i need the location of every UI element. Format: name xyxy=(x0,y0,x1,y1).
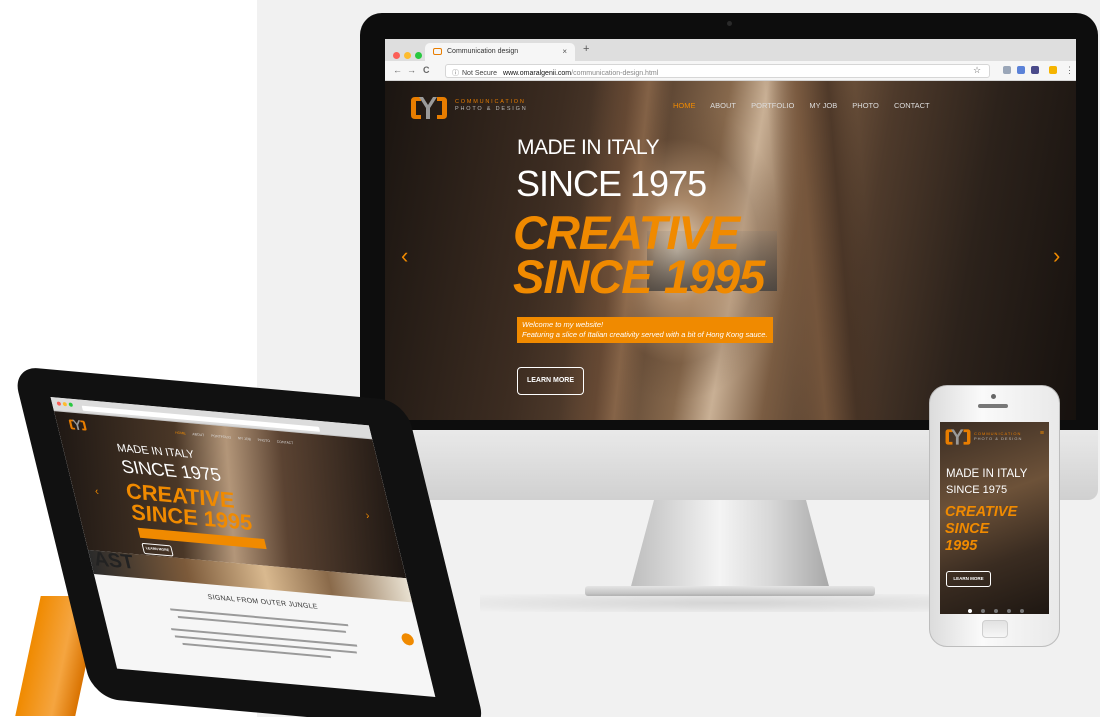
url-host: www.omaralgenii.com xyxy=(503,70,572,77)
extension-icon[interactable] xyxy=(1003,66,1011,74)
imac-stand xyxy=(630,500,830,590)
bookmark-star-icon[interactable]: ☆ xyxy=(973,65,981,76)
learn-more-button[interactable]: LEARN MORE xyxy=(517,367,584,395)
pager-dot[interactable] xyxy=(981,609,985,613)
minimize-window-button[interactable] xyxy=(404,52,411,59)
hero-made-in-italy: MADE IN ITALY xyxy=(946,468,1028,480)
menu-item-portfolio[interactable]: PORTFOLIO xyxy=(211,434,232,440)
browser-tab-strip: Communication design × + xyxy=(385,39,1076,61)
ipad-screen: HOME ABOUT PORTFOLIO MY JOB PHOTO CONTAC… xyxy=(50,396,436,697)
hero-since-line: SINCE xyxy=(945,521,990,537)
hero-creative-line: CREATIVE xyxy=(945,504,1018,520)
menu-item-my-job[interactable]: MY JOB xyxy=(809,101,837,110)
hero-since-1975: SINCE 1975 xyxy=(946,484,1008,496)
browser-tab[interactable]: Communication design × xyxy=(425,43,575,61)
menu-item-home[interactable]: HOME xyxy=(175,431,186,436)
carousel-next-arrow-icon[interactable]: › xyxy=(364,510,371,522)
minimize-window-button[interactable] xyxy=(62,401,68,407)
iphone-screen: COMMUNICATION PHOTO & DESIGN ≡ MADE IN I… xyxy=(940,422,1049,614)
menu-item-home[interactable]: HOME xyxy=(673,101,696,110)
learn-more-button[interactable]: LEARN MORE xyxy=(946,571,991,587)
portfolio-strip-text: AST xyxy=(91,548,137,574)
iphone-home-button[interactable] xyxy=(982,620,1008,638)
pager-dot[interactable] xyxy=(994,609,998,613)
carousel-next-arrow-icon[interactable]: › xyxy=(1053,243,1060,269)
browser-toolbar: ← → C ⓘ Not Secure www.omaralgenii.com/com… xyxy=(385,61,1076,81)
site-logo-icon[interactable] xyxy=(67,418,88,432)
floating-action-button[interactable] xyxy=(400,632,416,646)
hamburger-menu-icon[interactable]: ≡ xyxy=(1040,430,1044,437)
site-logo-icon[interactable] xyxy=(944,428,972,446)
new-tab-button[interactable]: + xyxy=(583,43,589,55)
browser-menu-icon[interactable]: ⋮ xyxy=(1065,65,1074,76)
logo-line-1: COMMUNICATION xyxy=(455,99,526,105)
extension-icon[interactable] xyxy=(1031,66,1039,74)
address-bar[interactable]: ⓘ Not Secure www.omaralgenii.com/communica… xyxy=(445,64,990,78)
close-window-button[interactable] xyxy=(393,52,400,59)
menu-item-photo[interactable]: PHOTO xyxy=(257,438,270,443)
paragraph-line xyxy=(182,642,332,659)
hero-since-1975: SINCE 1975 xyxy=(516,163,707,204)
url-path: /communication-design.html xyxy=(571,70,659,77)
extension-icon[interactable] xyxy=(1049,66,1057,74)
reload-icon[interactable]: C xyxy=(423,65,430,75)
carousel-prev-arrow-icon[interactable]: ‹ xyxy=(401,243,408,269)
menu-item-contact[interactable]: CONTACT xyxy=(894,101,930,110)
menu-item-contact[interactable]: CONTACT xyxy=(276,440,293,445)
hero-1995-line: 1995 xyxy=(945,538,978,554)
security-label: Not Secure xyxy=(462,70,498,77)
imac-shadow xyxy=(480,594,980,612)
forward-arrow-icon[interactable]: → xyxy=(407,65,416,75)
pager-dot[interactable] xyxy=(1020,609,1024,613)
website-hero: COMMUNICATION PHOTO & DESIGN HOME ABOUT … xyxy=(385,81,1076,429)
hero-creative-headline: CREATIVE SINCE 1995 xyxy=(513,206,765,303)
menu-item-my-job[interactable]: MY JOB xyxy=(238,436,252,441)
device-mockup-stage: Communication design × + ← → C ⓘ Not Secu… xyxy=(0,0,1100,717)
hero-creative-headline: CREATIVE SINCE 1995 xyxy=(123,478,255,535)
welcome-line-1: Welcome to my website! xyxy=(522,320,604,329)
maximize-window-button[interactable] xyxy=(68,402,74,407)
hero-creative-headline: CREATIVE SINCE 1995 xyxy=(945,504,1017,555)
site-logo-icon[interactable] xyxy=(409,95,449,121)
carousel-prev-arrow-icon[interactable]: ‹ xyxy=(93,485,100,497)
welcome-line-2: Featuring a slice of Italian creativity … xyxy=(522,330,768,339)
tab-close-icon[interactable]: × xyxy=(562,47,567,56)
cliff-right xyxy=(763,81,887,429)
maximize-window-button[interactable] xyxy=(415,52,422,59)
section-title: SIGNAL FROM OUTER JUNGLE xyxy=(207,593,319,611)
iphone-speaker xyxy=(978,404,1008,408)
pager-dot[interactable] xyxy=(968,609,972,613)
logo-wordmark: COMMUNICATION PHOTO & DESIGN xyxy=(974,431,1022,441)
close-window-button[interactable] xyxy=(56,401,62,406)
imac-screen: Communication design × + ← → C ⓘ Not Secu… xyxy=(385,39,1076,429)
extension-icon[interactable] xyxy=(1017,66,1025,74)
pager-dot[interactable] xyxy=(1007,609,1011,613)
menu-item-about[interactable]: ABOUT xyxy=(710,101,736,110)
main-menu: HOME ABOUT PORTFOLIO MY JOB PHOTO CONTAC… xyxy=(175,431,300,446)
hero-creative-line: CREATIVE xyxy=(513,206,740,259)
carousel-pager xyxy=(968,600,1033,614)
iphone-device: COMMUNICATION PHOTO & DESIGN ≡ MADE IN I… xyxy=(929,385,1060,647)
menu-item-about[interactable]: ABOUT xyxy=(192,432,205,437)
main-menu: HOME ABOUT PORTFOLIO MY JOB PHOTO CONTAC… xyxy=(673,101,943,110)
iphone-camera xyxy=(991,394,996,399)
logo-line-2: PHOTO & DESIGN xyxy=(974,436,1023,441)
menu-item-photo[interactable]: PHOTO xyxy=(852,101,879,110)
site-favicon-icon xyxy=(433,48,442,55)
logo-wordmark: COMMUNICATION PHOTO & DESIGN xyxy=(455,99,527,113)
back-arrow-icon[interactable]: ← xyxy=(393,65,402,75)
imac-camera xyxy=(727,21,732,26)
menu-item-portfolio[interactable]: PORTFOLIO xyxy=(751,101,794,110)
hero-made-in-italy: MADE IN ITALY xyxy=(517,136,660,159)
info-icon[interactable]: ⓘ xyxy=(452,70,459,77)
welcome-banner: Welcome to my website! Featuring a slice… xyxy=(517,317,773,343)
tab-title: Communication design xyxy=(447,48,519,55)
logo-line-2: PHOTO & DESIGN xyxy=(455,106,528,112)
hero-since-1995-line: SINCE 1995 xyxy=(513,250,765,303)
